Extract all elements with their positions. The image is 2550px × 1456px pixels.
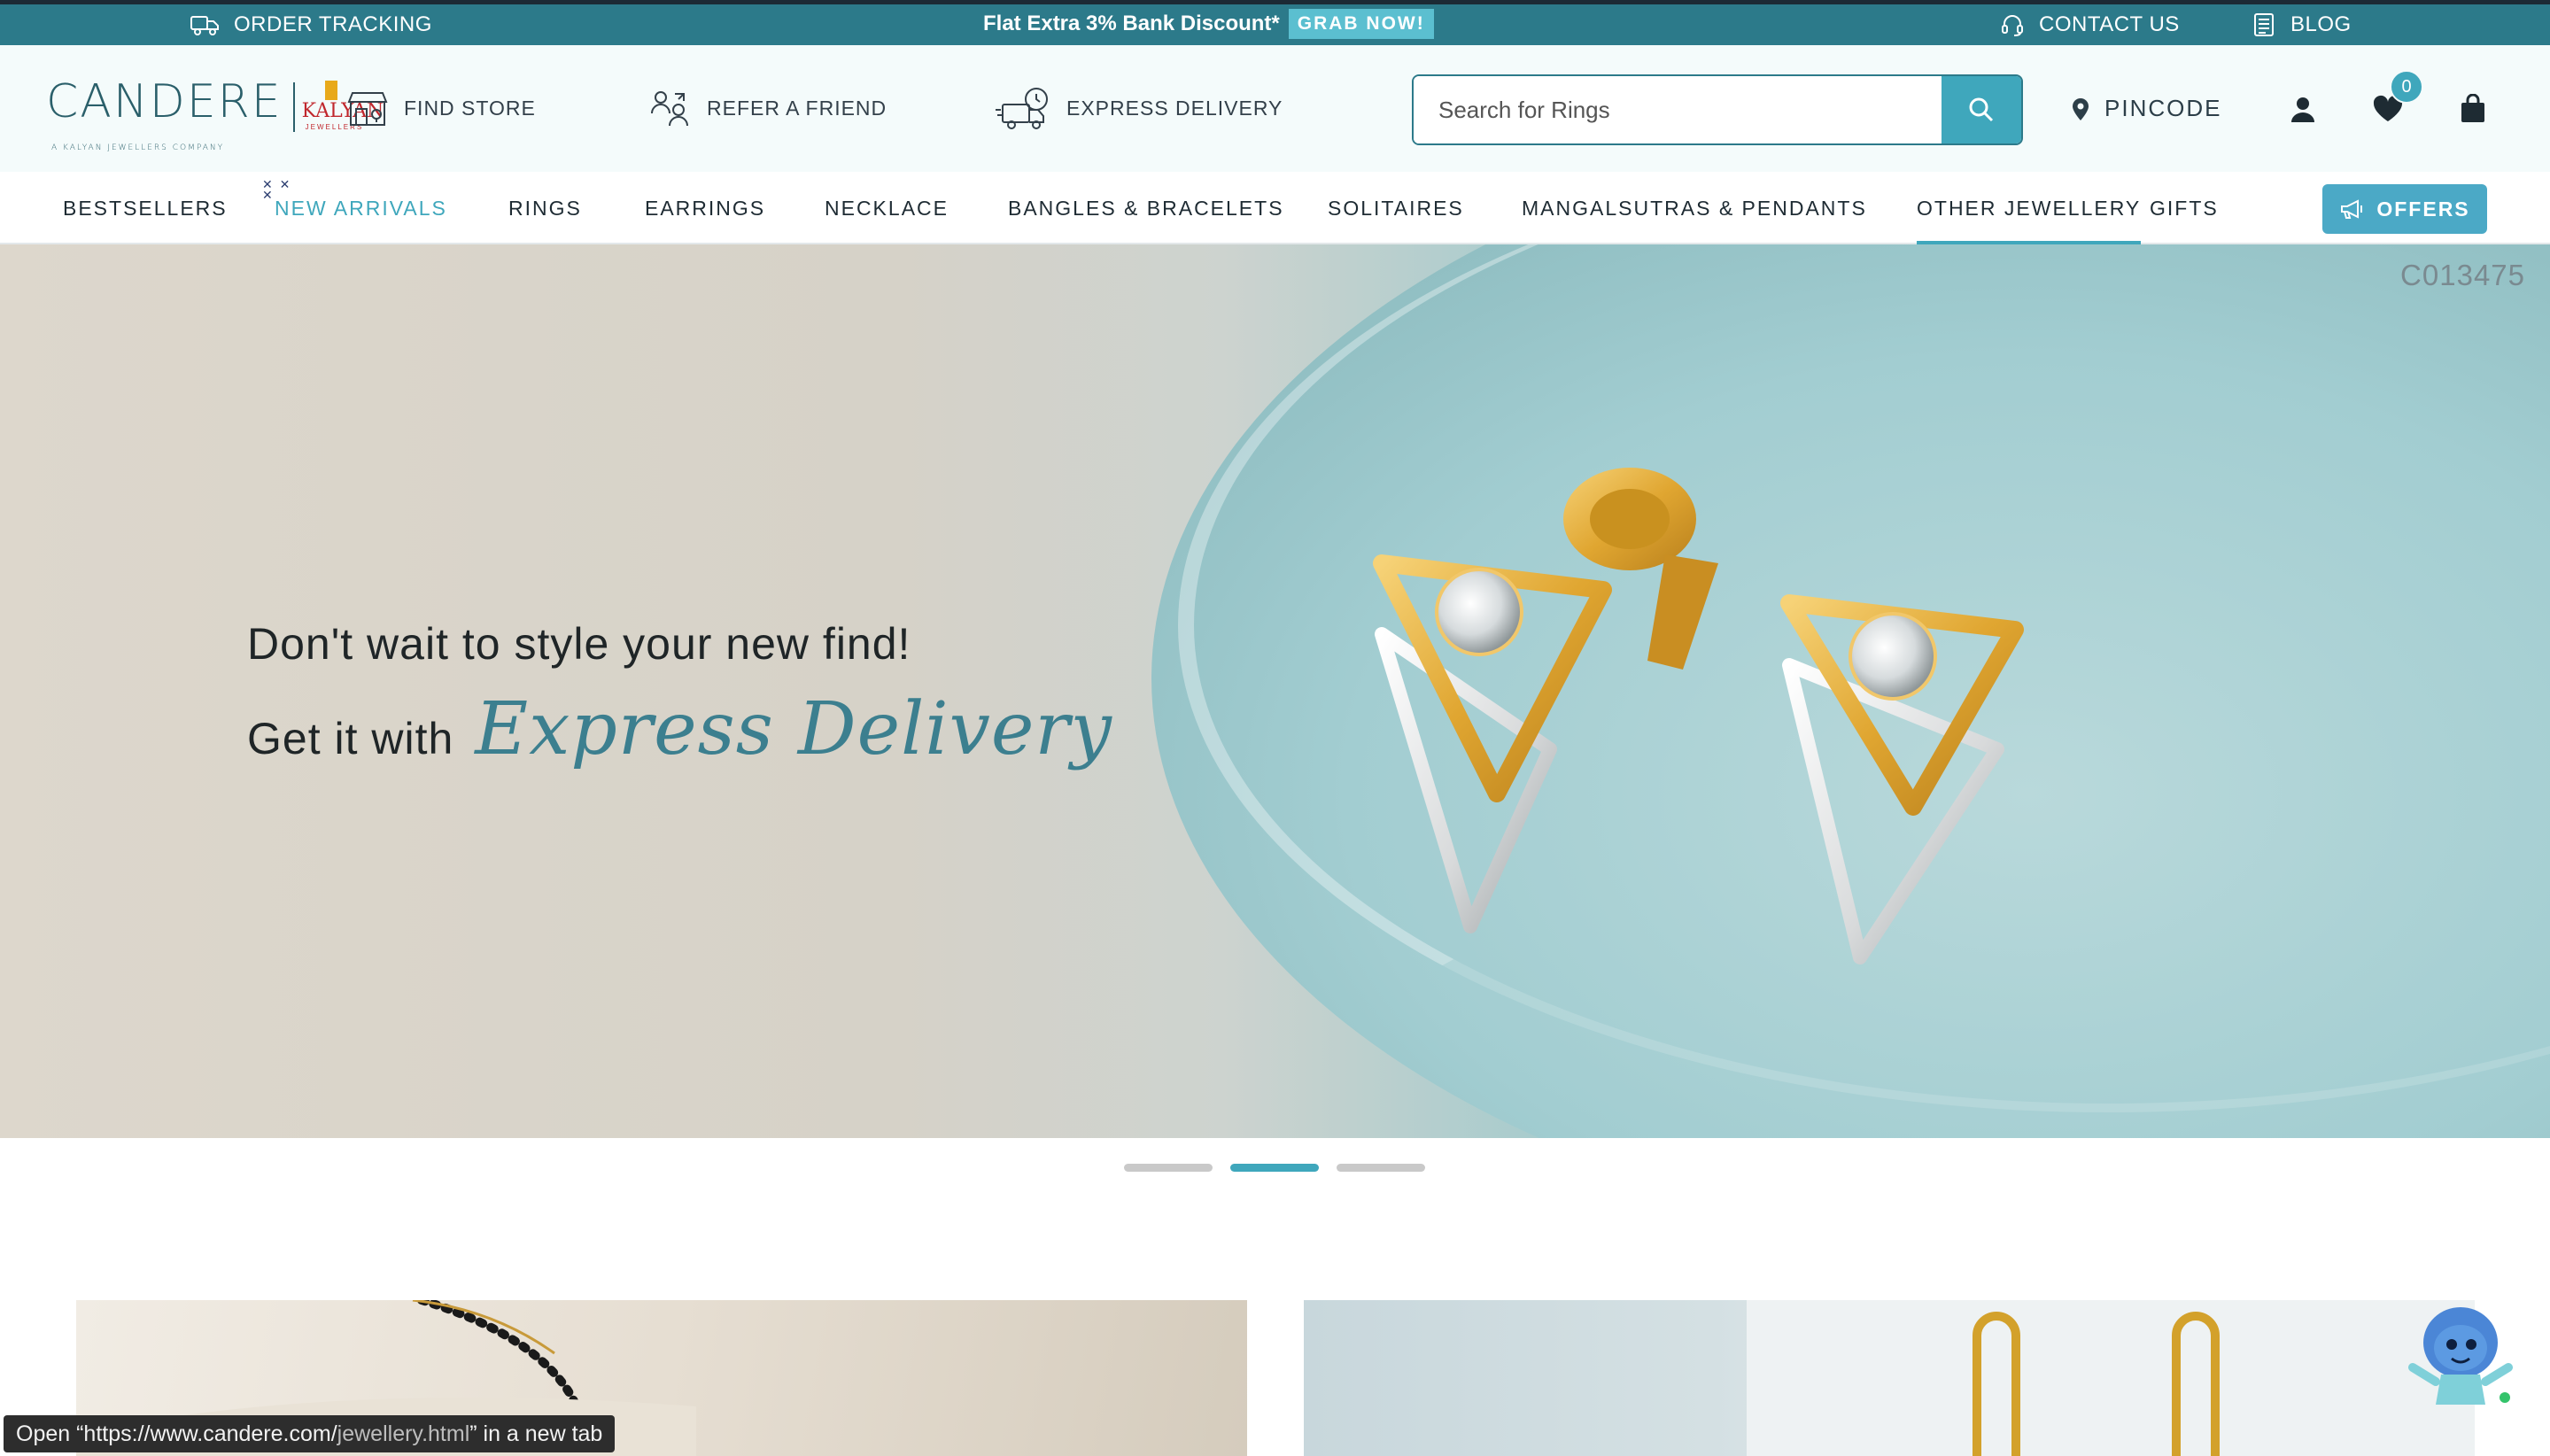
people-icon: [651, 90, 688, 126]
site-logo[interactable]: CANDERE A KALYAN JEWELLERS COMPANY KALYA…: [46, 79, 384, 152]
nav-item-rings[interactable]: RINGS: [508, 172, 582, 244]
candere-logo: CANDERE A KALYAN JEWELLERS COMPANY: [46, 79, 283, 152]
hero-product-code: C013475: [2400, 259, 2525, 291]
find-store-link[interactable]: FIND STORE: [345, 45, 536, 172]
hero-subheadline: Get it with Express Delivery: [247, 687, 1112, 771]
search-input[interactable]: [1414, 76, 1942, 143]
fast-truck-icon: [996, 87, 1048, 129]
blog-link[interactable]: BLOG: [2253, 4, 2352, 45]
express-delivery-label: EXPRESS DELIVERY: [1066, 97, 1283, 120]
nav-item-new-arrivals-label: NEW ARRIVALS: [275, 196, 447, 220]
slider-dot-2[interactable]: [1230, 1164, 1319, 1172]
nav-item-other-jewellery[interactable]: OTHER JEWELLERY: [1917, 172, 2142, 244]
logo-divider: [292, 82, 295, 132]
offers-label: OFFERS: [2376, 197, 2470, 221]
status-prefix: Open “https://www.candere.com/: [16, 1421, 337, 1446]
nav-item-bangles-bracelets[interactable]: BANGLES & BRACELETS: [1008, 172, 1284, 244]
hero-banner[interactable]: C013475 Don't wait to style your new fin…: [0, 244, 2550, 1138]
category-card-earrings[interactable]: [1304, 1300, 2475, 1456]
logo-tagline: A KALYAN JEWELLERS COMPANY: [51, 143, 225, 152]
chatbot-avatar-icon: [2408, 1307, 2513, 1405]
hero-slider-dots: [1124, 1164, 1425, 1172]
cart-button[interactable]: [2453, 89, 2492, 128]
find-store-label: FIND STORE: [404, 97, 536, 120]
offers-button[interactable]: OFFERS: [2322, 184, 2487, 234]
pincode-selector[interactable]: PINCODE: [2071, 45, 2221, 172]
logo-text: CANDERE: [46, 75, 283, 128]
promo-text: Flat Extra 3% Bank Discount*: [983, 12, 1280, 35]
user-icon: [2291, 97, 2314, 122]
headset-icon: [2002, 15, 2023, 36]
hero-express-delivery-text: Express Delivery: [475, 687, 1112, 771]
nav-item-bestsellers[interactable]: BESTSELLERS: [63, 172, 228, 244]
hero-subheadline-prefix: Get it with: [247, 714, 454, 763]
pincode-label: PINCODE: [2104, 95, 2222, 121]
search-button[interactable]: [1942, 76, 2021, 143]
nav-item-new-arrivals[interactable]: ✕ ✕ ✕ NEW ARRIVALS: [262, 172, 447, 244]
blog-label: BLOG: [2290, 12, 2352, 36]
earrings-image: [1373, 468, 2024, 964]
nav-item-mangalsutras-pendants[interactable]: MANGALSUTRAS & PENDANTS: [1522, 172, 1867, 244]
order-tracking-label: ORDER TRACKING: [234, 12, 432, 36]
top-announcement-bar: ORDER TRACKING Flat Extra 3% Bank Discou…: [0, 0, 2550, 45]
slider-dot-3[interactable]: [1337, 1164, 1425, 1172]
store-icon: [347, 91, 388, 126]
site-header: CANDERE A KALYAN JEWELLERS COMPANY KALYA…: [0, 45, 2550, 172]
document-icon: [2254, 13, 2274, 36]
slider-dot-1[interactable]: [1124, 1164, 1213, 1172]
chatbot-button[interactable]: [2406, 1300, 2521, 1415]
order-tracking-link[interactable]: ORDER TRACKING: [190, 4, 432, 45]
hoop-earrings-image: [1747, 1300, 2475, 1456]
nav-item-gifts[interactable]: GIFTS: [2150, 172, 2219, 244]
express-delivery-link[interactable]: EXPRESS DELIVERY: [994, 45, 1283, 172]
sparkle-icon: ✕ ✕ ✕: [262, 177, 292, 202]
kalyan-flag-icon: [324, 81, 337, 100]
truck-icon: [190, 16, 219, 35]
nav-item-solitaires[interactable]: SOLITAIRES: [1328, 172, 1464, 244]
wishlist-count-badge: 0: [2390, 70, 2423, 104]
status-path: jewellery.html: [337, 1421, 470, 1446]
contact-us-link[interactable]: CONTACT US: [2000, 4, 2180, 45]
wishlist-button[interactable]: 0: [2368, 70, 2423, 128]
link-status-tooltip: Open “https://www.candere.com/jewellery.…: [4, 1415, 616, 1452]
page: ORDER TRACKING Flat Extra 3% Bank Discou…: [0, 0, 2550, 1456]
hero-headline: Don't wait to style your new find!: [247, 619, 911, 669]
nav-item-earrings[interactable]: EARRINGS: [645, 172, 765, 244]
location-pin-icon: [2073, 97, 2089, 120]
grab-now-button[interactable]: GRAB NOW!: [1288, 9, 1434, 39]
shopping-bag-icon: [2461, 94, 2484, 122]
account-button[interactable]: [2283, 89, 2322, 128]
contact-us-label: CONTACT US: [2039, 12, 2180, 36]
search-bar: [1412, 74, 2023, 145]
main-navigation: BESTSELLERS ✕ ✕ ✕ NEW ARRIVALS RINGS EARR…: [0, 172, 2550, 244]
nav-item-necklace[interactable]: NECKLACE: [825, 172, 949, 244]
megaphone-icon: [2341, 199, 2363, 219]
promo-banner[interactable]: Flat Extra 3% Bank Discount* GRAB NOW!: [983, 6, 1434, 42]
refer-a-friend-label: REFER A FRIEND: [707, 97, 887, 120]
refer-a-friend-link[interactable]: REFER A FRIEND: [648, 45, 887, 172]
search-icon: [1969, 97, 1994, 122]
status-suffix: ” in a new tab: [469, 1421, 603, 1446]
